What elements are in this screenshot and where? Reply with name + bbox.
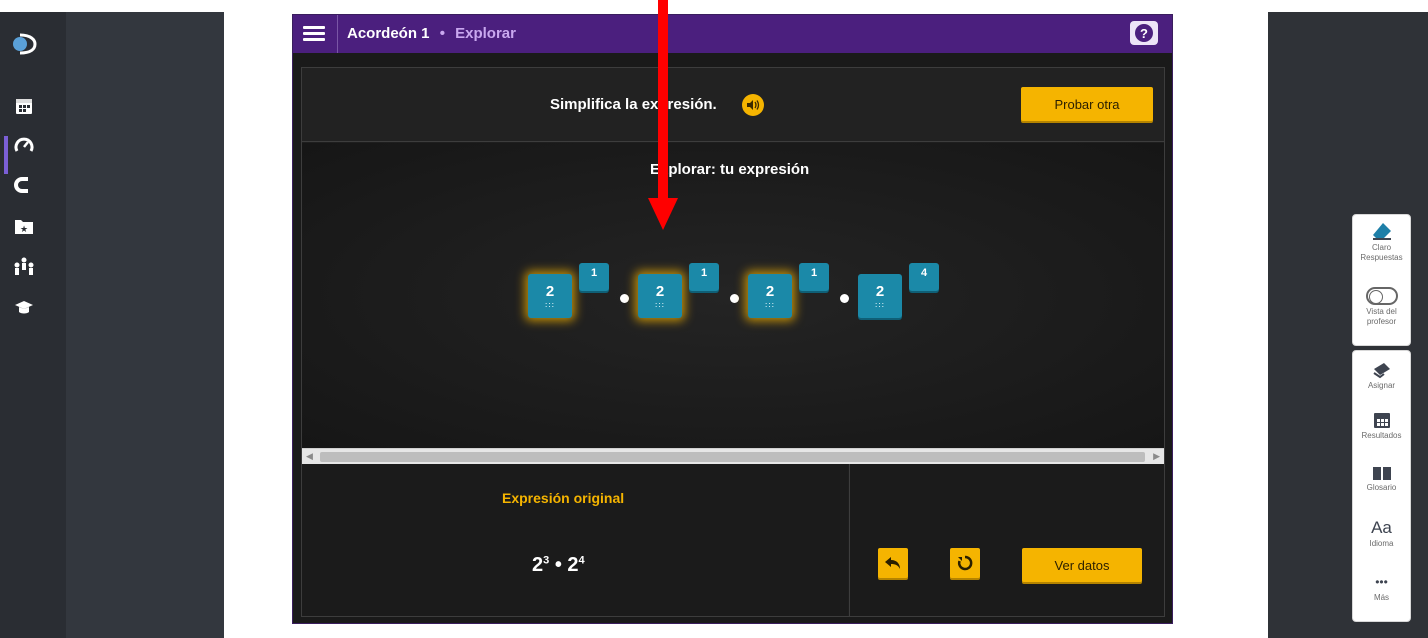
clear-answers-tool[interactable]: Claro Respuestas	[1353, 215, 1410, 281]
more-icon: •••	[1375, 575, 1388, 589]
language-tool[interactable]: Aa Idioma	[1353, 513, 1410, 567]
scroll-right-icon[interactable]: ▶	[1153, 451, 1160, 462]
tool-label: Idioma	[1369, 539, 1394, 548]
calendar-icon[interactable]	[10, 92, 38, 120]
base-tile[interactable]: 2 :::	[748, 274, 792, 318]
reset-button[interactable]	[950, 548, 980, 578]
base-value: 2	[765, 283, 775, 300]
tool-label: Resultados	[1361, 431, 1402, 440]
exponent-tile[interactable]: 4	[909, 263, 939, 291]
globe-logo-icon[interactable]	[10, 30, 38, 58]
exponent: 3	[543, 554, 550, 567]
tool-label: Asignar	[1367, 381, 1396, 390]
chalkboard: Simplifica la expresión. Probar otra Exp…	[301, 67, 1165, 617]
reset-icon	[957, 555, 973, 571]
drag-handle-icon: :::	[765, 302, 775, 309]
page-title: Acordeón 1 • Explorar	[347, 25, 516, 42]
tool-label: Vista del	[1366, 307, 1397, 316]
tool-panel-top: Claro Respuestas Vista del profesor	[1352, 214, 1411, 346]
horizontal-scrollbar[interactable]: ◀ ▶	[302, 448, 1164, 464]
multiplication-dot	[730, 294, 739, 303]
svg-text:★: ★	[20, 224, 28, 234]
tool-panel-bottom: Asignar Resultados Glosario Aa Idioma ••…	[1352, 350, 1411, 622]
lesson-title: Acordeón 1	[347, 25, 430, 42]
menu-icon[interactable]	[303, 23, 325, 45]
exponent-tile[interactable]: 1	[689, 263, 719, 291]
assign-icon	[1372, 363, 1390, 379]
base: 2	[567, 554, 579, 576]
tool-label: Glosario	[1366, 483, 1397, 492]
tool-label: Más	[1373, 593, 1390, 602]
top-bar: Acordeón 1 • Explorar ?	[293, 15, 1172, 53]
eraser-icon	[1372, 223, 1391, 240]
active-nav-indicator	[4, 136, 8, 174]
undo-button[interactable]	[878, 548, 908, 578]
teacher-view-toggle[interactable]	[1365, 287, 1398, 305]
view-data-button[interactable]: Ver datos	[1022, 548, 1142, 582]
original-expression: 23 • 24	[532, 554, 585, 577]
exponent: 4	[578, 554, 585, 567]
actions-panel: Ver datos	[849, 464, 1164, 616]
base-tile[interactable]: 2 :::	[638, 274, 682, 318]
assign-tool[interactable]: Asignar	[1353, 351, 1410, 405]
operator: •	[554, 554, 562, 576]
base: 2	[532, 554, 544, 576]
help-button[interactable]: ?	[1130, 21, 1158, 45]
scroll-left-icon[interactable]: ◀	[306, 451, 313, 462]
people-icon[interactable]	[10, 252, 38, 280]
tool-label: profesor	[1366, 317, 1397, 326]
prompt-row: Simplifica la expresión. Probar otra	[302, 68, 1164, 142]
language-icon: Aa	[1371, 518, 1392, 537]
more-tool[interactable]: ••• Más	[1353, 567, 1410, 621]
teacher-view-tool[interactable]: Vista del profesor	[1353, 281, 1410, 345]
left-secondary-panel	[66, 12, 224, 638]
book-icon	[1372, 467, 1391, 480]
original-expression-panel: Expresión original 23 • 24	[302, 464, 848, 616]
undo-icon	[885, 557, 900, 569]
drag-handle-icon: :::	[545, 302, 555, 309]
annotation-arrow-shaft	[658, 0, 668, 200]
results-tool[interactable]: Resultados	[1353, 405, 1410, 459]
prompt-text: Simplifica la expresión.	[550, 96, 717, 113]
help-icon: ?	[1135, 24, 1153, 42]
explore-area: Explorar: tu expresión 2 ::: 1 2 ::: 1 2	[302, 143, 1164, 448]
original-expression-label: Expresión original	[502, 490, 625, 506]
drag-handle-icon: :::	[655, 302, 665, 309]
calendar-icon	[1373, 413, 1390, 428]
annotation-arrow-head	[648, 198, 678, 230]
glossary-tool[interactable]: Glosario	[1353, 459, 1410, 513]
base-tile[interactable]: 2 :::	[528, 274, 572, 318]
tool-label: Claro	[1371, 243, 1392, 252]
speaker-icon[interactable]	[742, 94, 764, 116]
graduation-cap-icon[interactable]	[10, 294, 38, 322]
magnet-icon[interactable]	[10, 172, 38, 200]
base-tile[interactable]: 2 :::	[858, 274, 902, 318]
base-value: 2	[545, 283, 555, 300]
base-value: 2	[875, 283, 885, 300]
drag-handle-icon: :::	[875, 302, 885, 309]
mode-label: Explorar	[455, 25, 516, 42]
app-window: Acordeón 1 • Explorar ? Simplifica la ex…	[292, 14, 1173, 624]
divider	[337, 15, 338, 53]
scroll-thumb[interactable]	[320, 452, 1145, 462]
multiplication-dot	[620, 294, 629, 303]
title-separator: •	[439, 25, 445, 42]
base-value: 2	[655, 283, 665, 300]
exponent-tile[interactable]: 1	[799, 263, 829, 291]
left-nav: ★	[0, 12, 66, 638]
tool-label: Respuestas	[1360, 253, 1403, 262]
star-folder-icon[interactable]: ★	[10, 212, 38, 240]
multiplication-dot	[840, 294, 849, 303]
exponent-tile[interactable]: 1	[579, 263, 609, 291]
try-another-button[interactable]: Probar otra	[1021, 87, 1153, 121]
explore-title: Explorar: tu expresión	[650, 161, 810, 178]
gauge-icon[interactable]	[10, 132, 38, 160]
